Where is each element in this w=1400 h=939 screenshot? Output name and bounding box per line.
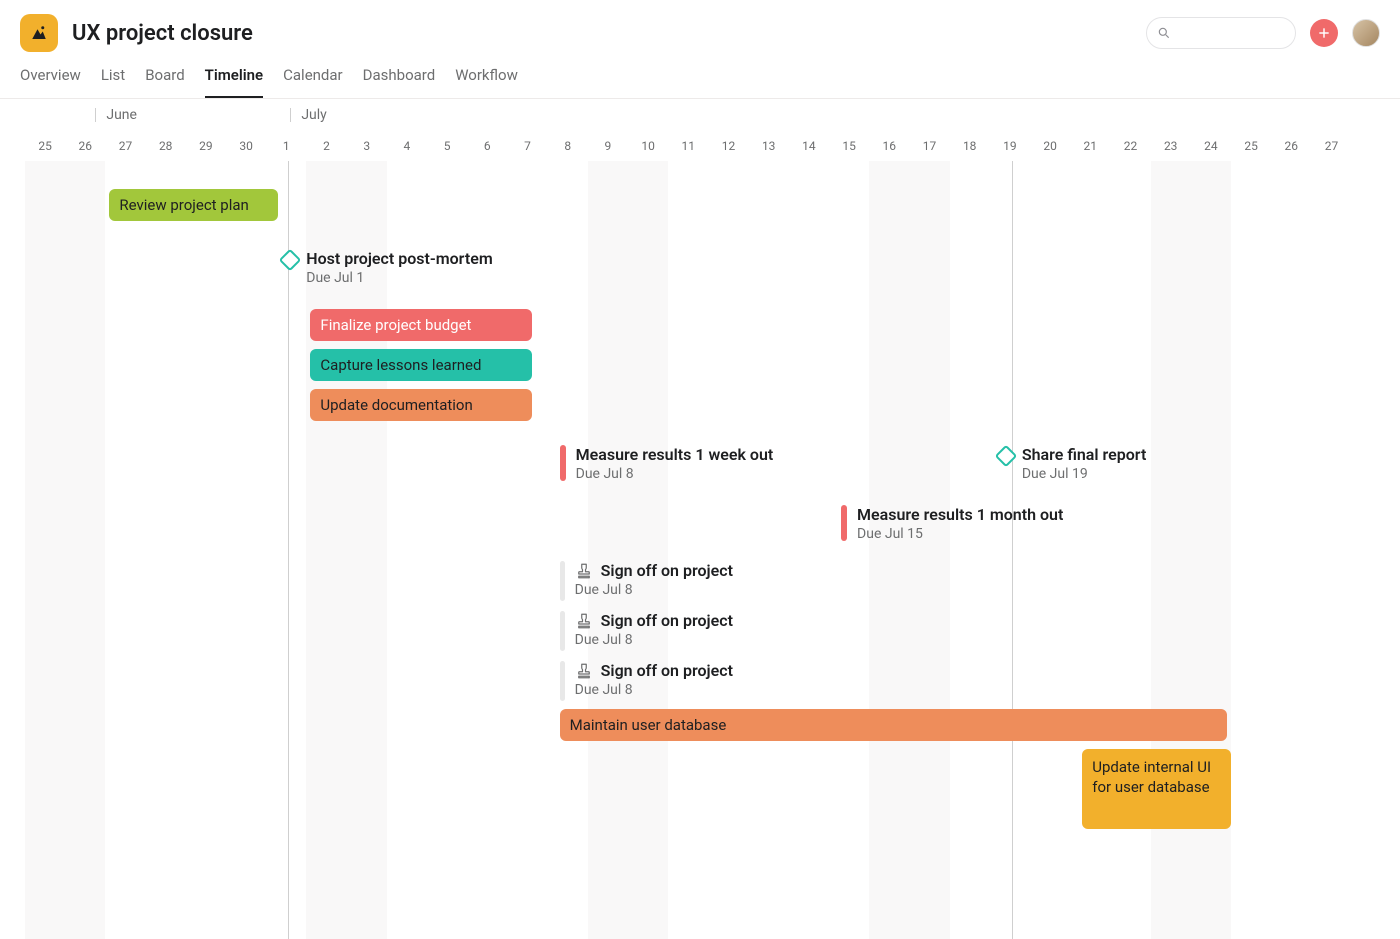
task-measure-1wk[interactable]: Measure results 1 week out Due Jul 8 <box>560 445 774 482</box>
tab-overview[interactable]: Overview <box>20 66 81 98</box>
approval-due: Due Jul 8 <box>575 582 733 598</box>
milestone-due: Due Jul 19 <box>1022 466 1147 482</box>
day-label: 16 <box>869 139 909 153</box>
day-label: 20 <box>1030 139 1070 153</box>
task-area: Review project plan Finalize project budg… <box>0 161 1400 939</box>
task-bar-maintain-db[interactable]: Maintain user database <box>560 709 1227 741</box>
milestone-title: Share final report <box>1022 445 1147 464</box>
stamp-icon <box>575 612 593 630</box>
tab-board[interactable]: Board <box>145 66 184 98</box>
approval-title: Sign off on project <box>601 661 733 680</box>
task-measure-1mo[interactable]: Measure results 1 month out Due Jul 15 <box>841 505 1063 542</box>
day-label: 14 <box>789 139 829 153</box>
task-due: Due Jul 15 <box>857 526 1063 542</box>
day-label: 8 <box>548 139 588 153</box>
timeline[interactable]: JuneJuly 2526272829301234567891011121314… <box>0 99 1400 939</box>
stamp-icon <box>575 662 593 680</box>
marker-icon <box>841 505 847 541</box>
approval-edge <box>560 561 565 601</box>
day-label: 7 <box>508 139 548 153</box>
mountain-icon <box>30 24 48 42</box>
tab-calendar[interactable]: Calendar <box>283 66 343 98</box>
tab-workflow[interactable]: Workflow <box>455 66 518 98</box>
task-title: Measure results 1 month out <box>857 505 1063 524</box>
stamp-icon <box>575 562 593 580</box>
day-label: 5 <box>427 139 467 153</box>
day-label: 6 <box>467 139 507 153</box>
task-bar-update-docs[interactable]: Update documentation <box>310 389 531 421</box>
month-label: June <box>95 107 137 123</box>
project-icon <box>20 14 58 52</box>
add-button[interactable] <box>1310 19 1338 47</box>
day-label: 12 <box>709 139 749 153</box>
approval-due: Due Jul 8 <box>575 682 733 698</box>
milestone-due: Due Jul 1 <box>306 270 492 286</box>
approval-signoff-1[interactable]: Sign off on project Due Jul 8 <box>560 561 733 601</box>
diamond-icon <box>995 445 1018 468</box>
day-label: 10 <box>628 139 668 153</box>
task-bar-capture-lessons[interactable]: Capture lessons learned <box>310 349 531 381</box>
day-label: 27 <box>106 139 146 153</box>
approval-signoff-2[interactable]: Sign off on project Due Jul 8 <box>560 611 733 651</box>
day-label: 25 <box>25 139 65 153</box>
search-input[interactable] <box>1146 17 1296 49</box>
task-bar-update-ui[interactable]: Update internal UI for user database <box>1082 749 1231 829</box>
approval-title: Sign off on project <box>601 611 733 630</box>
marker-icon <box>560 445 566 481</box>
tab-timeline[interactable]: Timeline <box>205 66 263 98</box>
approval-signoff-3[interactable]: Sign off on project Due Jul 8 <box>560 661 733 701</box>
day-label: 4 <box>387 139 427 153</box>
approval-due: Due Jul 8 <box>575 632 733 648</box>
approval-edge <box>560 661 565 701</box>
day-label: 2 <box>307 139 347 153</box>
day-label: 11 <box>668 139 708 153</box>
day-label: 29 <box>186 139 226 153</box>
day-label: 19 <box>990 139 1030 153</box>
tabs: Overview List Board Timeline Calendar Da… <box>0 52 1400 99</box>
user-avatar[interactable] <box>1352 19 1380 47</box>
day-label: 3 <box>347 139 387 153</box>
day-label: 17 <box>910 139 950 153</box>
header-actions <box>1146 17 1380 49</box>
project-title: UX project closure <box>72 21 253 46</box>
day-label: 26 <box>65 139 105 153</box>
day-label: 21 <box>1070 139 1110 153</box>
task-bar-review-plan[interactable]: Review project plan <box>109 189 278 221</box>
task-bar-finalize-budget[interactable]: Finalize project budget <box>310 309 531 341</box>
milestone-share-report[interactable]: Share final report Due Jul 19 <box>998 445 1147 482</box>
day-label: 13 <box>749 139 789 153</box>
tab-list[interactable]: List <box>101 66 125 98</box>
month-label: July <box>290 107 326 123</box>
day-label: 27 <box>1312 139 1352 153</box>
day-label: 15 <box>829 139 869 153</box>
tab-dashboard[interactable]: Dashboard <box>363 66 436 98</box>
approval-edge <box>560 611 565 651</box>
day-header: 2526272829301234567891011121314151617181… <box>0 135 1400 161</box>
day-label: 26 <box>1271 139 1311 153</box>
day-label: 22 <box>1111 139 1151 153</box>
header: UX project closure <box>0 0 1400 52</box>
task-due: Due Jul 8 <box>576 466 774 482</box>
milestone-title: Host project post-mortem <box>306 249 492 268</box>
day-label: 18 <box>950 139 990 153</box>
day-label: 1 <box>266 139 306 153</box>
day-label: 30 <box>226 139 266 153</box>
day-label: 9 <box>588 139 628 153</box>
month-labels: June July <box>0 99 1400 135</box>
day-label: 28 <box>146 139 186 153</box>
milestone-post-mortem[interactable]: Host project post-mortem Due Jul 1 <box>282 249 492 286</box>
approval-title: Sign off on project <box>601 561 733 580</box>
plus-icon <box>1317 26 1331 40</box>
task-title: Measure results 1 week out <box>576 445 774 464</box>
search-icon <box>1157 26 1171 40</box>
day-label: 23 <box>1151 139 1191 153</box>
day-label: 25 <box>1231 139 1271 153</box>
diamond-icon <box>279 249 302 272</box>
day-label: 24 <box>1191 139 1231 153</box>
